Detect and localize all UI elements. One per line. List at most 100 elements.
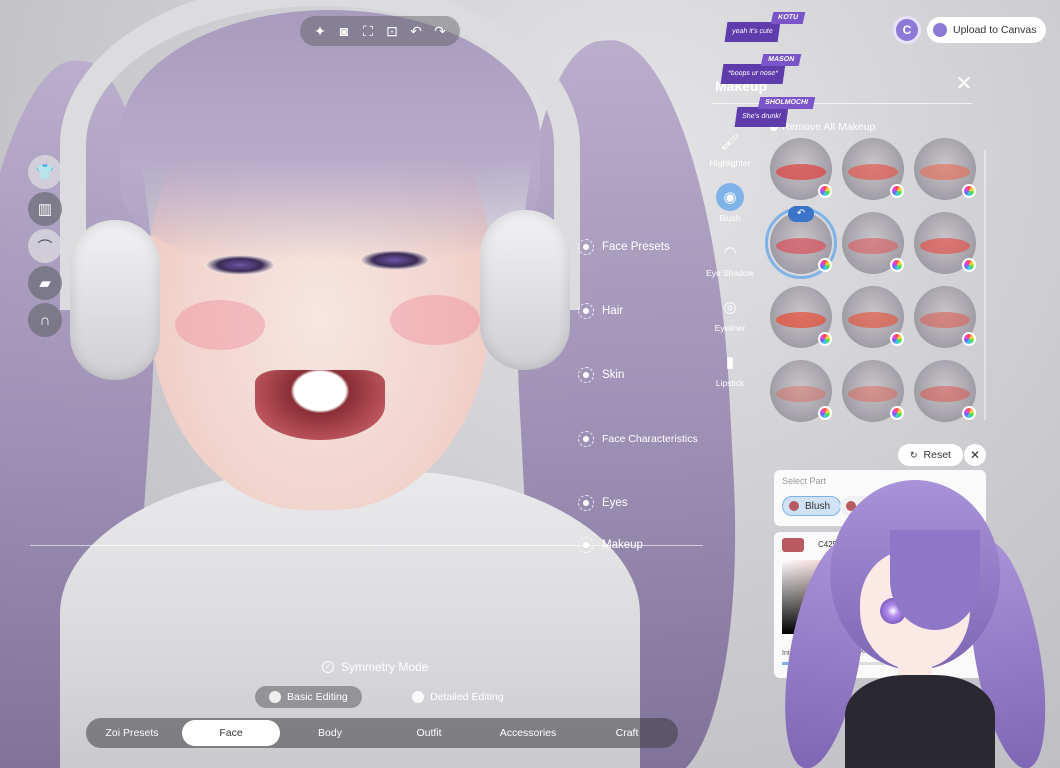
detailed-editing-label: Detailed Editing [430,691,504,703]
blush-preview [776,312,826,328]
subcat-blush[interactable]: ◉ Blush [706,183,754,238]
category-label: Face Characteristics [602,433,698,445]
category-dot-icon [578,495,594,511]
blush-preview [920,386,970,402]
blush-preview [776,238,826,254]
chat-message: She's drunk! [734,107,789,127]
blush-preset[interactable] [770,360,832,422]
undo-icon[interactable]: ↶ [407,22,425,40]
color-wheel-icon[interactable] [818,332,832,346]
category-hair[interactable]: Hair [578,279,708,343]
blush-preset[interactable] [770,286,832,348]
blush-preview [848,312,898,328]
slot-bottom-icon[interactable]: ▥ [28,192,62,226]
reset-button[interactable]: ↻ Reset [898,444,963,466]
color-wheel-icon[interactable] [818,184,832,198]
slot-top-icon[interactable]: 👕 [28,155,62,189]
slot-socks-icon[interactable]: ⌒ [28,229,62,263]
subcat-lipstick[interactable]: ▮ Lipstick [706,348,754,403]
tab-body[interactable]: Body [281,720,379,746]
color-wheel-icon[interactable] [962,258,976,272]
color-wheel-icon[interactable] [890,332,904,346]
blush-left [175,300,265,350]
subcat-highlighter[interactable]: 🖌 Highlighter [706,128,754,183]
blush-preset[interactable] [770,138,832,200]
undo-icon[interactable]: ↶ [788,206,814,222]
category-skin[interactable]: Skin [578,343,708,407]
camera-icon[interactable]: ◙ [335,22,353,40]
reset-label: Reset [923,449,951,461]
blush-preset[interactable] [914,212,976,274]
blush-preset[interactable] [914,286,976,348]
screenshot-icon[interactable]: ⛶ [359,22,377,40]
face-icon [269,691,281,703]
tab-outfit[interactable]: Outfit [380,720,478,746]
symmetry-mode-toggle[interactable]: ✓ Symmetry Mode [322,660,428,674]
edge-icon[interactable]: ◐ [0,190,6,204]
blush-preset[interactable] [842,360,904,422]
detailed-editing-button[interactable]: Detailed Editing [398,686,518,708]
category-dot-icon [578,367,594,383]
color-wheel-icon[interactable] [962,332,976,346]
color-wheel-icon[interactable] [890,258,904,272]
color-wheel-icon[interactable] [962,184,976,198]
sculpt-icon [412,691,424,703]
blush-preview [920,238,970,254]
tab-craft[interactable]: Craft [578,720,676,746]
blush-preview [920,312,970,328]
sparkle-icon[interactable]: ✦ [311,22,329,40]
tab-zoi-presets[interactable]: Zoi Presets [83,720,181,746]
eye-right [360,250,430,270]
category-label: Eyes [602,497,628,509]
blush-preset[interactable] [842,212,904,274]
blush-preset[interactable] [914,360,976,422]
category-makeup[interactable]: Makeup [578,525,708,565]
tab-face[interactable]: Face [182,720,280,746]
category-dot-icon [578,239,594,255]
edge-icon[interactable]: ⌇ [0,274,6,286]
subcat-eyeliner[interactable]: ◎ Eyeliner [706,293,754,348]
edge-icon[interactable]: ∣ [0,232,6,244]
grid-scrollbar[interactable] [984,150,986,420]
mouth [255,370,385,440]
eyeliner-icon: ◎ [723,299,737,316]
chat-username: KOTU [770,12,806,24]
eye-left [205,255,275,275]
blush-preset[interactable] [842,286,904,348]
color-wheel-icon[interactable] [818,258,832,272]
category-nav: Face Presets Hair Skin Face Characterist… [578,215,708,565]
slot-headphones-icon[interactable]: ∩ [28,303,62,337]
close-editor-icon[interactable]: ✕ [964,444,986,466]
blush-preset[interactable] [914,138,976,200]
color-wheel-icon[interactable] [890,406,904,420]
symmetry-label: Symmetry Mode [341,660,429,674]
subcat-label: Lipstick [715,378,745,388]
capture-icon[interactable]: ⊡ [383,22,401,40]
blush-preview [848,164,898,180]
blush-preview [848,386,898,402]
canvas-icon [933,23,947,37]
color-wheel-icon[interactable] [962,406,976,420]
upload-to-canvas-button[interactable]: Upload to Canvas [927,17,1047,43]
blush-preset[interactable]: ↶ [765,206,837,279]
vtuber-body [845,675,995,768]
category-face-characteristics[interactable]: Face Characteristics [578,407,708,471]
panel-divider [712,103,972,104]
panel-close-icon[interactable]: ✕ [955,74,973,94]
check-icon: ✓ [322,661,334,673]
redo-icon[interactable]: ↷ [431,22,449,40]
reset-icon: ↻ [910,449,918,460]
color-wheel-icon[interactable] [890,184,904,198]
basic-editing-button[interactable]: Basic Editing [255,686,362,708]
blush-preset[interactable] [842,138,904,200]
category-face-presets[interactable]: Face Presets [578,215,708,279]
slot-shoes-icon[interactable]: ▰ [28,266,62,300]
category-label: Face Presets [602,241,670,253]
tab-accessories[interactable]: Accessories [479,720,577,746]
category-label: Makeup [602,539,643,551]
canvas-avatar-button[interactable]: C [893,16,921,44]
chat-message: yeah it's cute [724,22,781,42]
blush-preset-grid: ↶ [765,138,982,422]
color-wheel-icon[interactable] [818,406,832,420]
subcat-eye-shadow[interactable]: ◠ Eye Shadow [706,238,754,293]
